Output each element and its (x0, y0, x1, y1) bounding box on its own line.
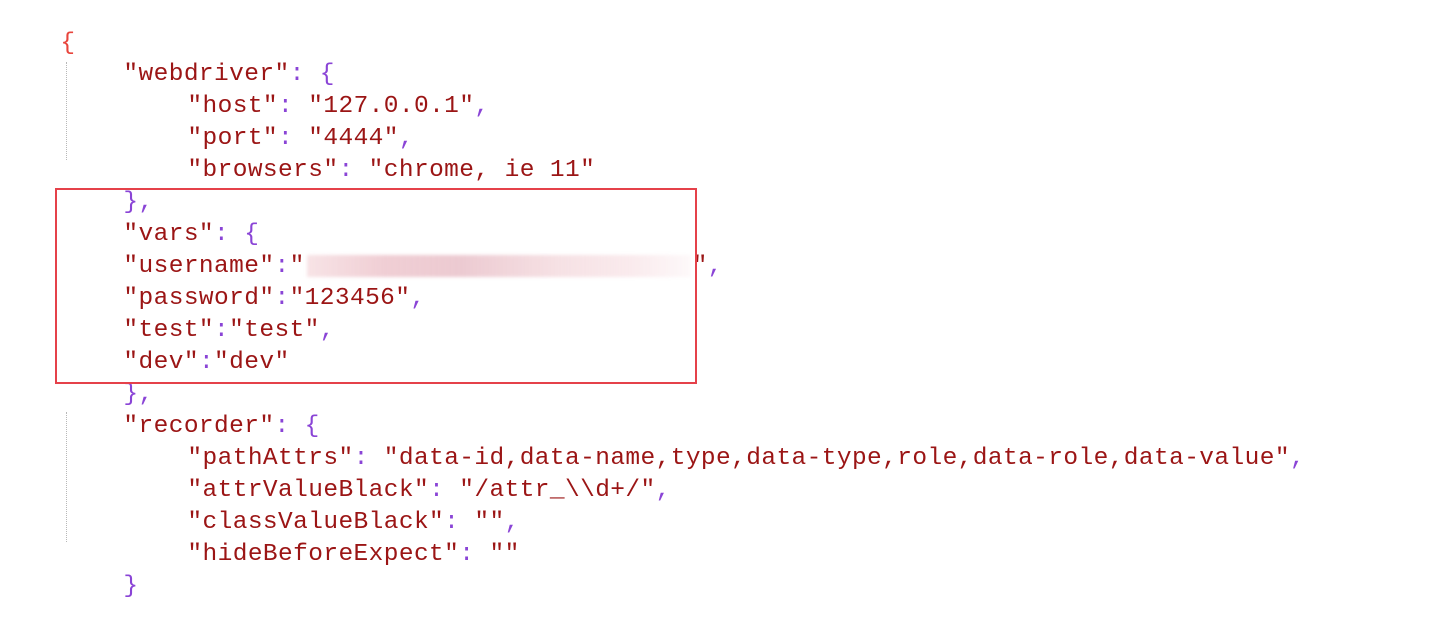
browsers-value: "chrome, ie 11" (368, 157, 596, 184)
code-line: "host": "127.0.0.1", (127, 59, 490, 120)
colon: : (338, 157, 369, 184)
code-line: "attrValueBlack": "/attr_\\d+/", (127, 443, 671, 504)
code-line: "hideBeforeExpect": "" (127, 507, 520, 568)
code-line: } (63, 539, 139, 600)
hideBeforeExpect-value: "" (489, 541, 520, 568)
comma: , (707, 253, 723, 280)
code-line: }, (63, 155, 154, 216)
recorder-close-brace: } (123, 573, 139, 600)
code-line: "pathAttrs": "data-id,data-name,type,dat… (127, 411, 1305, 472)
code-line: "webdriver": { (63, 27, 335, 88)
code-line: { (0, 0, 76, 57)
colon: : (459, 541, 490, 568)
browsers-key: "browsers" (187, 157, 339, 184)
comma: , (655, 477, 671, 504)
json-code-view: { "webdriver": { "host": "127.0.0.1", "p… (0, 0, 1430, 600)
comma: , (1289, 445, 1306, 472)
vars-highlight-box (55, 188, 697, 384)
comma: , (474, 93, 490, 120)
code-line: "browsers": "chrome, ie 11" (127, 123, 595, 184)
hideBeforeExpect-key: "hideBeforeExpect" (187, 541, 460, 568)
code-line: "classValueBlack": "", (127, 475, 520, 536)
code-line: "port": "4444", (127, 91, 414, 152)
